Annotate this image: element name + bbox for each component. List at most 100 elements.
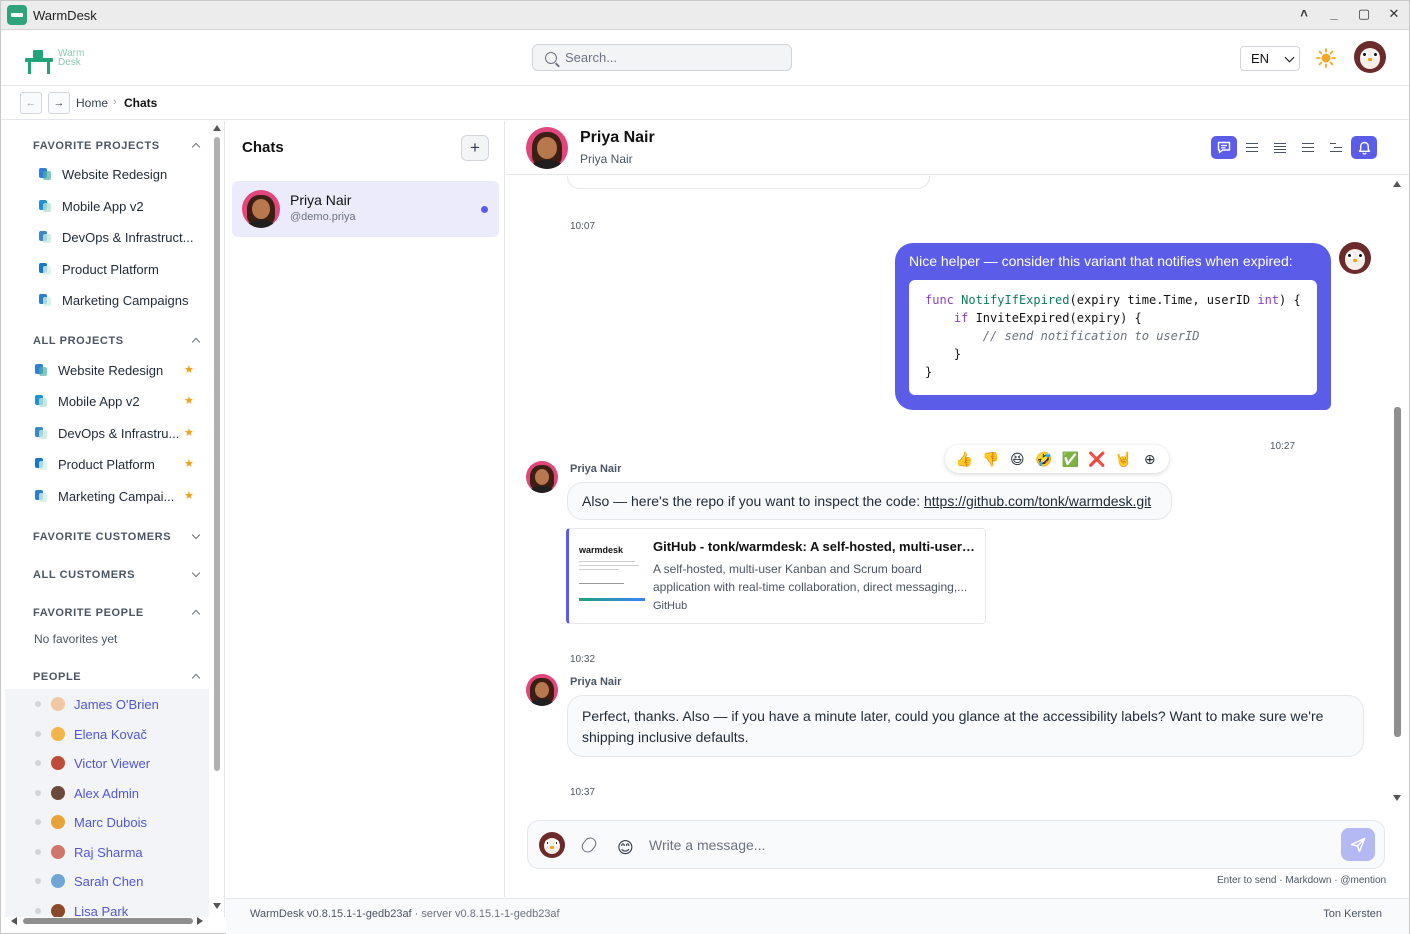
search-box[interactable]: [532, 44, 792, 71]
sidebar-item-project[interactable]: Marketing Campai...: [33, 486, 174, 506]
user-avatar[interactable]: [1354, 41, 1386, 73]
sidebar-item-project[interactable]: Product Platform: [33, 454, 155, 474]
all-projects-title[interactable]: ALL PROJECTS: [33, 335, 124, 347]
chat-list-item[interactable]: Priya Nair @demo.priya: [232, 181, 499, 237]
sidebar-item-person[interactable]: Raj Sharma: [5, 841, 143, 863]
sidebar-item-favorite-project[interactable]: Website Redesign: [37, 164, 167, 184]
rofl-icon[interactable]: 🤣: [1034, 451, 1054, 468]
people-title[interactable]: PEOPLE: [33, 671, 81, 683]
sidebar-item-project[interactable]: DevOps & Infrastru...: [33, 423, 179, 443]
scroll-left-icon[interactable]: [11, 917, 17, 925]
chat-handle: @demo.priya: [290, 211, 356, 223]
message-bubble[interactable]: Perfect, thanks. Also — if you have a mi…: [567, 695, 1364, 757]
close-icon[interactable]: ✕: [1387, 6, 1401, 22]
scroll-down-icon[interactable]: [1393, 795, 1401, 801]
back-button[interactable]: ←: [20, 92, 42, 114]
notifications-button[interactable]: [1351, 136, 1377, 159]
sidebar-item-person[interactable]: Elena Kovač: [5, 723, 147, 745]
sun-icon[interactable]: [1316, 48, 1336, 68]
message-bubble[interactable]: Also — here's the repo if you want to in…: [567, 482, 1172, 520]
search-input[interactable]: [565, 50, 785, 65]
preview-description: A self-hosted, multi-user Kanban and Scr…: [653, 562, 968, 594]
sidebar-item-favorite-project[interactable]: Mobile App v2: [37, 196, 144, 216]
sidebar-item-person[interactable]: James O'Brien: [5, 693, 159, 715]
link-preview-card[interactable]: warmdesk GitHub - tonk/warmdesk: A self-…: [566, 528, 986, 624]
chat-bubble-icon: [1217, 141, 1231, 154]
star-icon[interactable]: ★: [184, 394, 194, 407]
language-select[interactable]: EN: [1240, 46, 1300, 71]
breadcrumb-separator: ›: [113, 96, 117, 108]
breadcrumb-home[interactable]: Home: [76, 96, 108, 110]
chevron-down-icon[interactable]: [191, 568, 201, 578]
chevron-up-icon[interactable]: [191, 609, 201, 619]
thread-view-button[interactable]: [1323, 136, 1349, 159]
sidebar-scrollbar[interactable]: [212, 125, 222, 911]
logo[interactable]: Warm Desk: [25, 46, 85, 74]
list-view-button[interactable]: [1239, 136, 1265, 159]
compact-view-button[interactable]: [1267, 136, 1293, 159]
chat-view-button[interactable]: [1211, 136, 1237, 159]
scrollbar-thumb[interactable]: [214, 137, 220, 771]
sidebar-item-project[interactable]: Website Redesign: [33, 360, 163, 380]
scroll-down-icon[interactable]: [213, 903, 221, 909]
rock-hand-icon[interactable]: 🤘: [1113, 451, 1133, 468]
sidebar-item-favorite-project[interactable]: Marketing Campaigns: [37, 290, 188, 310]
sidebar-item-person[interactable]: Sarah Chen: [5, 870, 143, 892]
cross-mark-icon[interactable]: ❌: [1087, 451, 1107, 468]
person-name: Alex Admin: [74, 785, 140, 801]
title-bar: WarmDesk ˄ _ ▢ ✕: [1, 1, 1409, 30]
favorite-projects-title[interactable]: FAVORITE PROJECTS: [33, 140, 160, 152]
message-input[interactable]: [649, 834, 1329, 856]
card-view-button[interactable]: [1295, 136, 1321, 159]
status-dot: [35, 878, 41, 884]
sidebar-item-favorite-project[interactable]: DevOps & Infrastruct...: [37, 227, 194, 247]
message-text: shipping inclusive defaults.: [582, 729, 749, 745]
thumbs-down-icon[interactable]: 👎: [981, 451, 1001, 468]
star-icon[interactable]: ★: [184, 363, 194, 376]
maximize-icon[interactable]: ▢: [1357, 6, 1371, 22]
chevron-up-icon[interactable]: [191, 337, 201, 347]
star-icon[interactable]: ★: [184, 426, 194, 439]
project-icon: [37, 198, 53, 214]
messages-scrollbar[interactable]: [1393, 181, 1403, 803]
all-customers-title[interactable]: ALL CUSTOMERS: [33, 569, 135, 581]
chevron-up-icon[interactable]: [191, 673, 201, 683]
preview-site: GitHub: [653, 600, 688, 612]
message-text: Perfect, thanks. Also — if you have a mi…: [582, 708, 1324, 724]
person-name: Marc Dubois: [74, 814, 147, 830]
add-reaction-icon[interactable]: ⊕: [1140, 451, 1160, 468]
scrollbar-thumb[interactable]: [1394, 407, 1401, 737]
check-mark-icon[interactable]: ✅: [1060, 451, 1080, 468]
scroll-right-icon[interactable]: [197, 917, 203, 925]
sidebar-item-favorite-project[interactable]: Product Platform: [37, 259, 159, 279]
sidebar-item-person[interactable]: Victor Viewer: [5, 752, 150, 774]
scroll-up-icon[interactable]: [1393, 181, 1401, 187]
laughing-icon[interactable]: 😆: [1007, 451, 1027, 468]
chevron-up-icon[interactable]: [191, 142, 201, 152]
sidebar-item-person[interactable]: Alex Admin: [5, 782, 139, 804]
scrollbar-thumb[interactable]: [23, 918, 193, 924]
sidebar-item-project[interactable]: Mobile App v2: [33, 391, 140, 411]
emoji-icon[interactable]: 😊: [617, 838, 634, 858]
own-message-bubble[interactable]: Nice helper — consider this variant that…: [895, 243, 1331, 410]
paperclip-icon[interactable]: [579, 835, 599, 855]
collapse-icon[interactable]: ˄: [1297, 6, 1311, 22]
repo-link[interactable]: https://github.com/tonk/warmdesk.git: [924, 493, 1151, 509]
sidebar-horizontal-scrollbar[interactable]: [5, 915, 211, 927]
star-icon[interactable]: ★: [184, 489, 194, 502]
forward-button[interactable]: →: [48, 92, 70, 114]
chevron-down-icon[interactable]: [191, 530, 201, 540]
sender-name: Priya Nair: [570, 463, 622, 475]
project-icon: [33, 425, 49, 441]
send-button[interactable]: [1341, 828, 1375, 861]
favorite-customers-title[interactable]: FAVORITE CUSTOMERS: [33, 531, 171, 543]
sidebar-item-person[interactable]: Marc Dubois: [5, 811, 147, 833]
favorite-people-title[interactable]: FAVORITE PEOPLE: [33, 607, 144, 619]
app-icon: [7, 5, 27, 25]
minimize-icon[interactable]: _: [1327, 6, 1341, 22]
star-icon[interactable]: ★: [184, 457, 194, 470]
new-chat-button[interactable]: +: [461, 135, 489, 161]
thumbs-up-icon[interactable]: 👍: [954, 451, 974, 468]
project-icon: [33, 393, 49, 409]
scroll-up-icon[interactable]: [213, 125, 221, 131]
